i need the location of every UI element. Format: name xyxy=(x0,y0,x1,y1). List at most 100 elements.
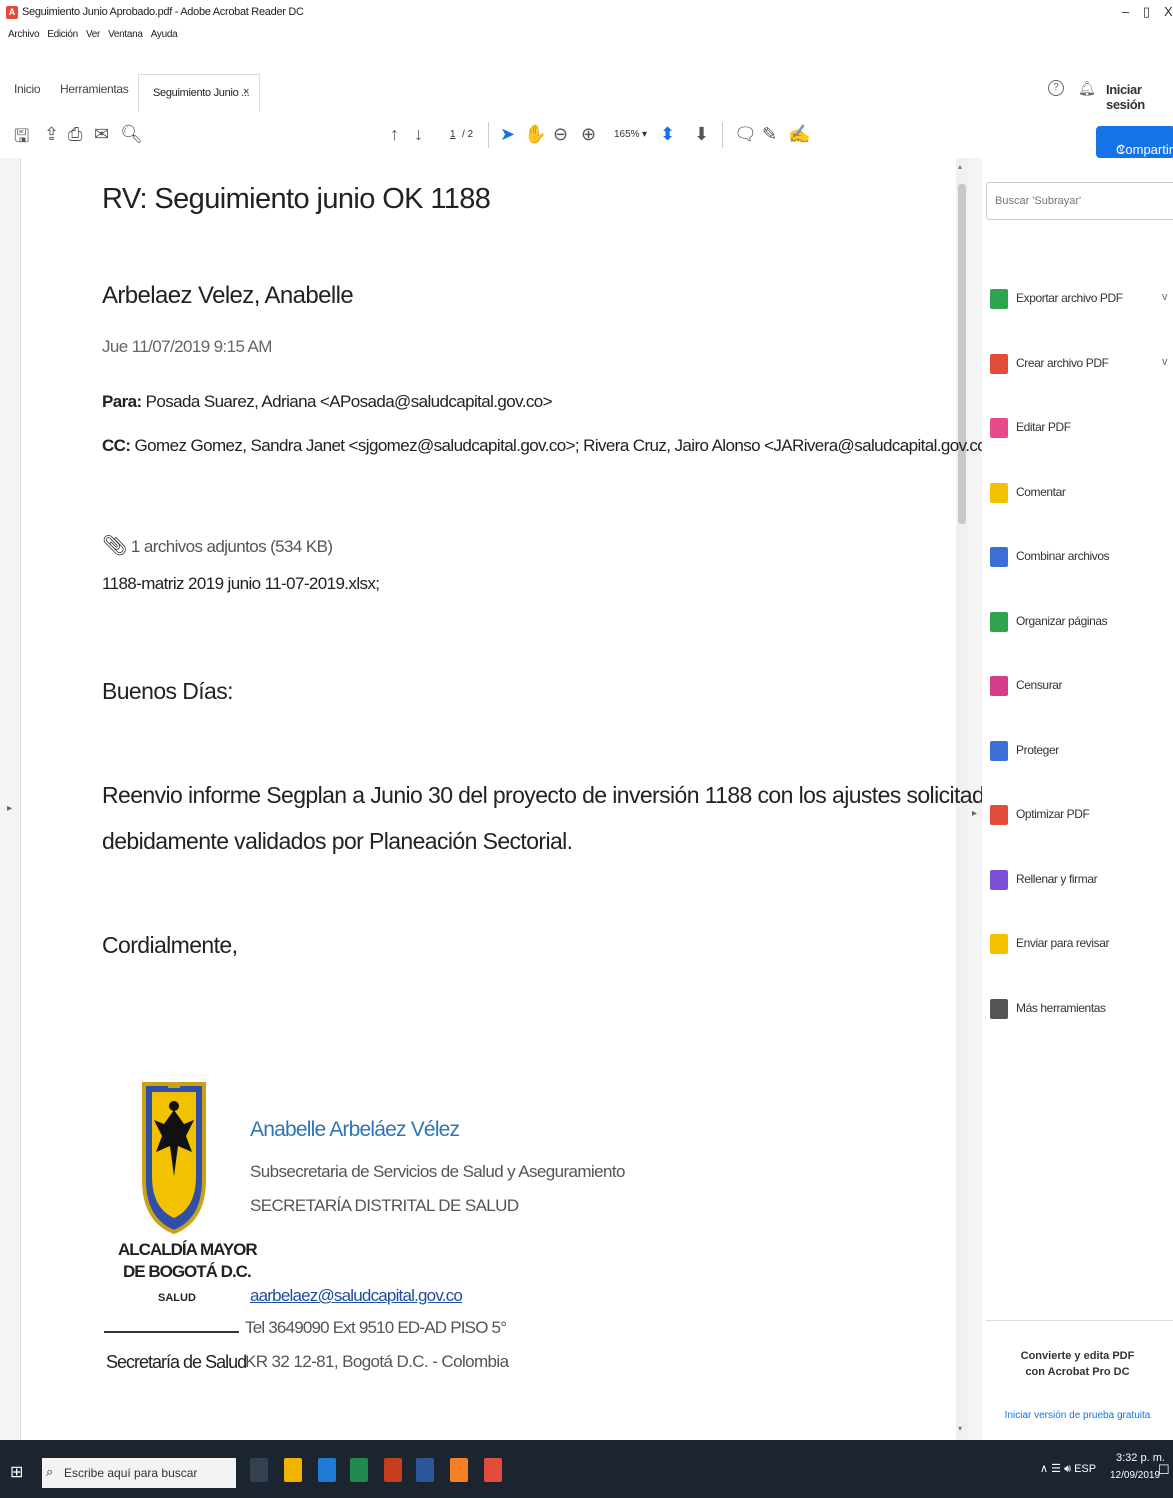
tool-item[interactable]: Crear archivo PDF v xyxy=(990,350,1170,380)
upload-icon[interactable]: ⇪ xyxy=(44,124,59,145)
file-explorer-icon[interactable] xyxy=(284,1458,302,1482)
system-tray[interactable]: ∧ ☰ 🔊︎ ESP xyxy=(1040,1462,1096,1476)
task-view-icon[interactable] xyxy=(250,1458,268,1482)
toolbar-divider xyxy=(488,122,489,148)
fit-page-icon[interactable]: ⬍ xyxy=(660,124,675,145)
tool-item[interactable]: Proteger xyxy=(990,737,1170,767)
menu-edicion[interactable]: Edición xyxy=(47,29,78,40)
trial-link[interactable]: Iniciar versión de prueba gratuita xyxy=(982,1410,1173,1421)
scrollbar-thumb[interactable] xyxy=(958,184,966,524)
tool-label: Organizar páginas xyxy=(1016,614,1108,628)
tool-item[interactable]: Editar PDF xyxy=(990,414,1170,444)
collapse-right-icon: ▸ xyxy=(972,808,978,819)
word-icon[interactable] xyxy=(416,1458,434,1482)
help-icon[interactable]: ? xyxy=(1048,80,1064,96)
email-date: Jue 11/07/2019 9:15 AM xyxy=(102,337,272,356)
zoom-in-icon[interactable]: ⊕ xyxy=(581,124,596,145)
menu-archivo[interactable]: Archivo xyxy=(8,29,40,40)
select-arrow-icon[interactable]: ➤ xyxy=(500,124,515,145)
tab-herramientas[interactable]: Herramientas xyxy=(60,82,129,96)
promo-divider xyxy=(986,1320,1173,1321)
tab-document[interactable]: Seguimiento Junio ... × xyxy=(138,74,260,113)
email-sender: Arbelaez Velez, Anabelle xyxy=(102,282,354,309)
maximize-button[interactable]: ▯ xyxy=(1143,4,1150,20)
tool-icon xyxy=(990,870,1008,890)
menu-ver[interactable]: Ver xyxy=(86,29,100,40)
zoom-chevron-icon[interactable]: ▾ xyxy=(642,129,647,140)
share-button[interactable]: ⇪ Compartir xyxy=(1096,126,1173,158)
signin-link[interactable]: Iniciar sesión xyxy=(1106,82,1173,112)
tool-item[interactable]: Enviar para revisar xyxy=(990,930,1170,960)
tool-label: Censurar xyxy=(1016,678,1063,692)
logo-text: Secretaría de Salud xyxy=(106,1352,247,1372)
powerpoint-icon[interactable] xyxy=(384,1458,402,1482)
tool-item[interactable]: Rellenar y firmar xyxy=(990,866,1170,896)
tool-icon xyxy=(990,289,1008,309)
clock-date[interactable]: 12/09/2019 xyxy=(1110,1470,1160,1481)
hand-tool-icon[interactable]: ✋ xyxy=(524,124,546,145)
email-to: Para: Posada Suarez, Adriana <APosada@sa… xyxy=(102,392,553,412)
left-panel-toggle[interactable]: ▸ xyxy=(0,158,21,1440)
menu-ventana[interactable]: Ventana xyxy=(108,29,143,40)
sign-icon[interactable]: ✍ xyxy=(788,124,810,145)
close-button[interactable]: X xyxy=(1164,4,1173,19)
tool-icon xyxy=(990,612,1008,632)
tool-item[interactable]: Exportar archivo PDF v xyxy=(990,285,1170,315)
taskbar-search[interactable]: ⌕ Escribe aquí para buscar xyxy=(42,1458,236,1488)
find-icon[interactable]: 🔍︎ xyxy=(120,124,143,145)
internet-explorer-icon[interactable] xyxy=(318,1458,336,1482)
tab-bar: Inicio Herramientas Seguimiento Junio ..… xyxy=(0,66,1173,113)
signature-phone: Tel 3649090 Ext 9510 ED-AD PISO 5° xyxy=(245,1318,507,1337)
language-indicator[interactable]: ESP xyxy=(1074,1463,1096,1475)
comment-icon[interactable]: 🗨︎ xyxy=(734,124,757,145)
page-total: / 2 xyxy=(462,129,474,140)
search-icon: ⌕ xyxy=(46,1464,54,1479)
tool-item[interactable]: Comentar xyxy=(990,479,1170,509)
scroll-down-icon[interactable]: ▾ xyxy=(958,1424,962,1433)
tool-label: Proteger xyxy=(1016,743,1059,757)
network-icon[interactable]: ☰ xyxy=(1051,1463,1061,1475)
email-greeting: Buenos Días: xyxy=(102,678,233,704)
page-down-icon[interactable]: ↓ xyxy=(414,124,423,145)
tool-item[interactable]: Optimizar PDF xyxy=(990,801,1170,831)
volume-icon[interactable]: 🔊︎ xyxy=(1064,1463,1071,1475)
logo-divider xyxy=(104,1331,239,1333)
tool-item[interactable]: Más herramientas xyxy=(990,995,1170,1025)
bell-icon[interactable]: 🔔︎ xyxy=(1078,80,1096,97)
tab-document-label: Seguimiento Junio ... xyxy=(153,87,250,99)
chevron-down-icon[interactable]: v xyxy=(1162,356,1168,368)
taskbar-search-placeholder: Escribe aquí para buscar xyxy=(64,1466,198,1480)
print-icon[interactable]: ⎙ xyxy=(68,124,82,145)
tab-inicio[interactable]: Inicio xyxy=(14,82,41,96)
acrobat-taskbar-icon[interactable] xyxy=(484,1458,502,1482)
tab-close-icon[interactable]: × xyxy=(243,86,249,98)
tool-icon xyxy=(990,483,1008,503)
tool-item[interactable]: Organizar páginas xyxy=(990,608,1170,638)
signature-org: SECRETARÍA DISTRITAL DE SALUD xyxy=(250,1196,519,1215)
page-number-input[interactable]: 1 xyxy=(450,129,456,140)
firefox-icon[interactable] xyxy=(450,1458,468,1482)
excel-icon[interactable] xyxy=(350,1458,368,1482)
menu-ayuda[interactable]: Ayuda xyxy=(151,29,178,40)
highlight-pen-icon[interactable]: ✎ xyxy=(762,124,777,145)
tool-label: Rellenar y firmar xyxy=(1016,872,1098,886)
zoom-select[interactable]: 165% xyxy=(614,129,640,140)
zoom-out-icon[interactable]: ⊖ xyxy=(553,124,568,145)
tray-chevron-icon[interactable]: ∧ xyxy=(1040,1463,1048,1475)
tool-icon xyxy=(990,999,1008,1019)
scroll-up-icon[interactable]: ▴ xyxy=(958,162,962,171)
windows-start-icon[interactable]: ⊞ xyxy=(10,1462,23,1482)
page-up-icon[interactable]: ↑ xyxy=(390,124,399,145)
tool-item[interactable]: Censurar xyxy=(990,672,1170,702)
signature-email-link[interactable]: aarbelaez@saludcapital.gov.co xyxy=(250,1286,463,1306)
chevron-down-icon[interactable]: v xyxy=(1162,291,1168,303)
tool-label: Enviar para revisar xyxy=(1016,936,1110,950)
signature-address: KR 32 12-81, Bogotá D.C. - Colombia xyxy=(245,1352,509,1371)
email-icon[interactable]: ✉ xyxy=(94,124,109,145)
tool-item[interactable]: Combinar archivos xyxy=(990,543,1170,573)
minimize-button[interactable]: – xyxy=(1122,4,1129,19)
tools-search-input[interactable] xyxy=(986,182,1173,220)
scroll-mode-icon[interactable]: ⬇ xyxy=(694,124,709,145)
save-icon[interactable]: 🖫︎ xyxy=(14,124,29,154)
notifications-icon[interactable]: ☐ xyxy=(1158,1462,1170,1478)
